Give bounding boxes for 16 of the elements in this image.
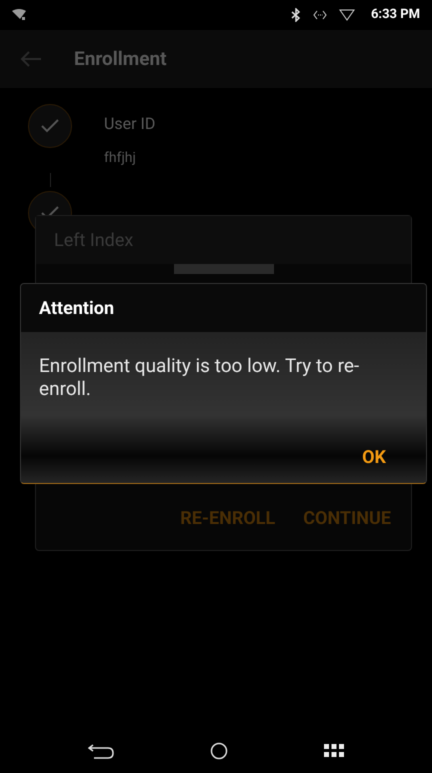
dialog-action[interactable]: RE-ENROLL	[180, 505, 276, 532]
alert-message: Enrollment quality is too low. Try to re-enroll.	[39, 354, 360, 400]
ok-button[interactable]: OK	[362, 444, 386, 471]
wifi-unknown-icon	[12, 9, 26, 21]
home-icon[interactable]	[210, 742, 228, 760]
step-label: User ID	[104, 113, 156, 135]
step-value: fhfjhj	[104, 149, 137, 168]
app-title: Enrollment	[74, 46, 167, 72]
app-grid-icon[interactable]	[324, 744, 344, 758]
bluetooth-icon	[290, 8, 301, 22]
dialog-action[interactable]: CONTINUE	[303, 505, 391, 532]
back-icon[interactable]	[88, 743, 114, 759]
clock-time: 6:33 PM	[370, 6, 420, 24]
wifi-icon	[338, 9, 355, 21]
data-transfer-icon	[312, 10, 327, 20]
alert-title: Attention	[39, 296, 114, 320]
